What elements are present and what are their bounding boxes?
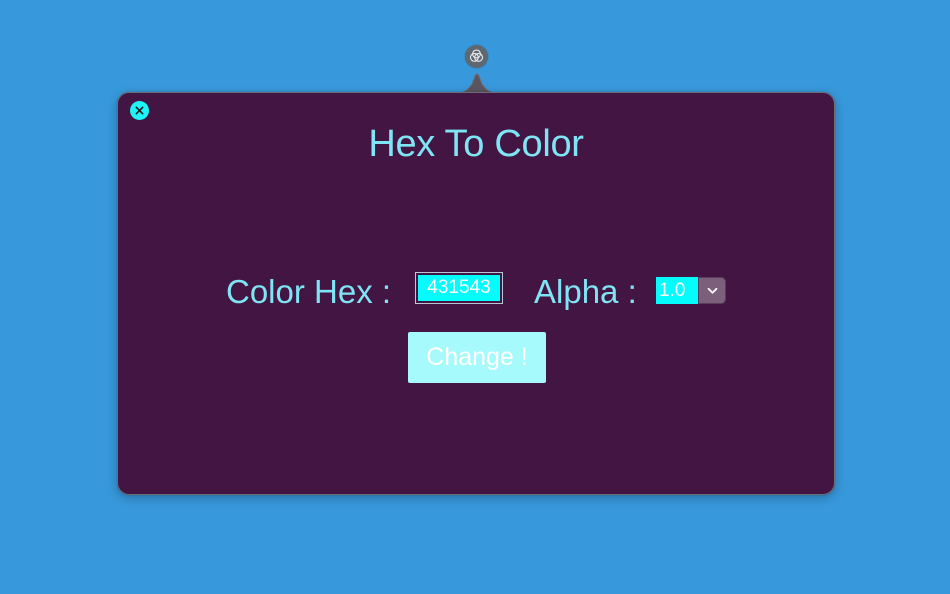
alpha-dropdown-button[interactable] [698, 277, 726, 304]
close-button[interactable] [130, 101, 149, 120]
hex-to-color-popover: Hex To Color Color Hex : Alpha : 1.0 Cha… [117, 92, 835, 495]
change-button[interactable]: Change ! [408, 332, 546, 383]
alpha-label: Alpha : [534, 273, 637, 310]
page-title: Hex To Color [368, 123, 584, 165]
chevron-down-icon [707, 287, 717, 294]
status-bar-item[interactable] [465, 45, 488, 68]
popover-arrow [456, 73, 498, 94]
color-hex-input[interactable] [418, 275, 500, 301]
close-icon [135, 106, 144, 115]
hex-field-frame [415, 272, 503, 304]
alpha-select[interactable]: 1.0 [656, 277, 726, 304]
overlapping-circles-icon [469, 49, 484, 62]
color-hex-label: Color Hex : [226, 273, 392, 310]
alpha-selected-value: 1.0 [656, 277, 698, 304]
